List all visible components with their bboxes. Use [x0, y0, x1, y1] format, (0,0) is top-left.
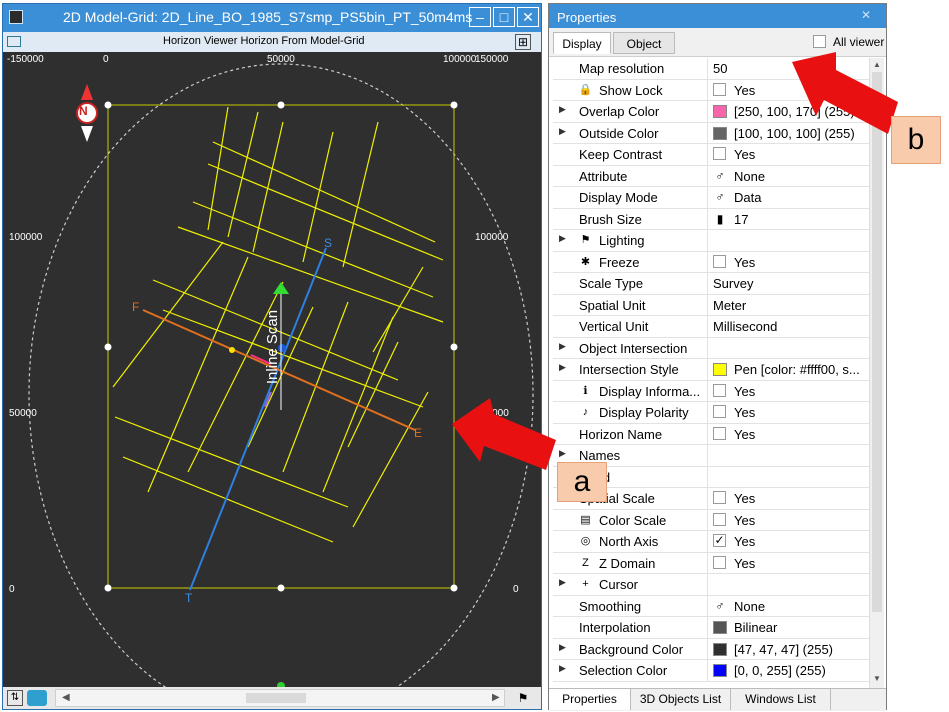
- arrow-b: [792, 52, 898, 134]
- callout-b: b: [891, 116, 941, 164]
- callout-a: a: [557, 462, 607, 502]
- annotation-overlay: [452, 52, 898, 470]
- arrow-a: [452, 398, 556, 470]
